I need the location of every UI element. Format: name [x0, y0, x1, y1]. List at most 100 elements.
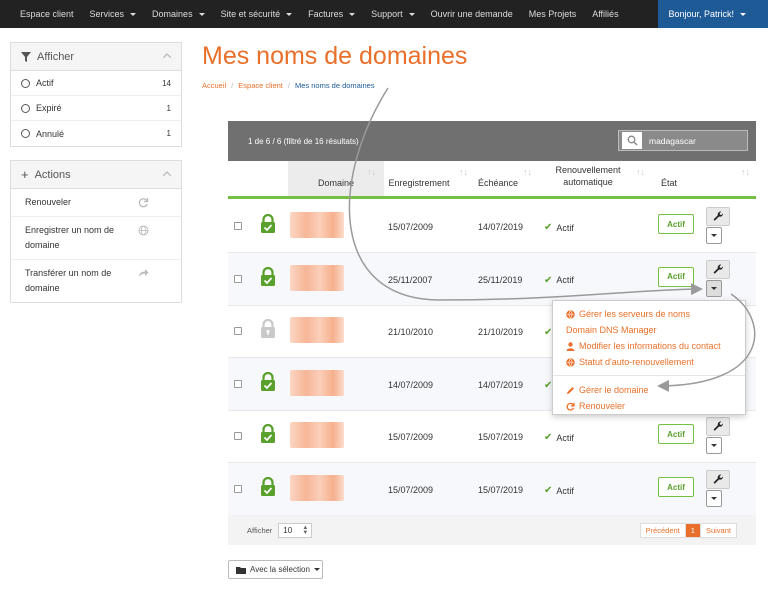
wrench-icon[interactable] [706, 417, 730, 437]
refresh-icon [138, 197, 149, 208]
bulk-action-button[interactable]: Avec la sélection [228, 560, 323, 579]
status-badge: Actif [658, 214, 694, 234]
menu-item[interactable]: Statut d'auto-renouvellement [553, 354, 745, 370]
menu-item[interactable]: Domain DNS Manager [553, 322, 745, 338]
column-header-auto-renew[interactable]: Renouvellement automatique [538, 164, 638, 188]
wrench-icon[interactable] [706, 470, 730, 489]
nav-item[interactable]: Mes Projets [521, 0, 585, 28]
breadcrumb: Accueil / Espace client / Mes noms de domain… [202, 81, 375, 90]
breadcrumb-home[interactable]: Accueil [202, 81, 226, 90]
menu-item[interactable]: Gérer les serveurs de noms [553, 306, 745, 322]
check-icon: ✔ [544, 485, 553, 496]
caret-down-icon [711, 497, 717, 500]
actions-panel-header[interactable]: + Actions [11, 161, 181, 189]
column-header-expiry[interactable]: Échéance [468, 178, 528, 188]
row-actions-dropdown[interactable] [706, 437, 722, 455]
radio-button[interactable] [21, 78, 30, 88]
radio-button[interactable] [21, 103, 30, 113]
search-input[interactable]: madagascar [618, 130, 748, 151]
auto-renew-status: ✔Actif [544, 274, 574, 286]
plus-icon: + [21, 166, 29, 182]
blurred-domain-name[interactable] [290, 212, 344, 238]
blurred-domain-name[interactable] [290, 475, 344, 501]
status-badge: Actif [658, 266, 694, 287]
globe-icon [566, 309, 576, 319]
check-icon: ✔ [544, 222, 553, 233]
radio-button[interactable] [21, 129, 30, 138]
sort-icon[interactable]: ↑↓ [459, 167, 468, 177]
action-item[interactable]: Enregistrer un nom de domaine [11, 217, 181, 260]
nav-item[interactable]: Espace client [12, 0, 82, 28]
page-title: Mes noms de domaines [202, 42, 468, 70]
table-row: 15/07/2009 15/07/2019 ✔ Actif Actif [228, 410, 756, 464]
filter-option[interactable]: Actif 14 [11, 71, 181, 96]
user-icon [566, 341, 576, 351]
blurred-domain-name[interactable] [290, 422, 344, 449]
nav-item[interactable]: Factures [300, 0, 363, 28]
row-checkbox[interactable] [234, 222, 242, 230]
row-actions-dropdown[interactable] [706, 227, 722, 244]
menu-divider [553, 375, 745, 376]
caret-down-icon [198, 12, 205, 16]
select-arrows-icon: ▲ ▼ [302, 524, 309, 536]
row-checkbox[interactable] [234, 485, 242, 493]
page-size-select[interactable]: 10 ▲ ▼ [278, 522, 313, 538]
breadcrumb-current: Mes noms de domaines [294, 81, 375, 90]
count-badge: 1 [166, 129, 171, 138]
row-actions-dropdown[interactable] [706, 279, 722, 297]
row-checkbox[interactable] [234, 327, 242, 336]
registration-date: 15/07/2009 [388, 432, 434, 443]
blurred-domain-name[interactable] [290, 317, 344, 344]
nav-item[interactable]: Affiliés [584, 0, 626, 28]
filter-option[interactable]: Annulé 1 [11, 121, 181, 146]
prev-page-button[interactable]: Précédent [640, 524, 685, 537]
menu-item[interactable]: Renouveler [553, 398, 745, 414]
caret-down-icon [711, 234, 717, 237]
chevron-up-icon[interactable] [163, 171, 171, 176]
filter-panel-header[interactable]: Afficher [11, 43, 181, 71]
sort-icon[interactable]: ↑↓ [523, 167, 532, 177]
wrench-icon[interactable] [706, 207, 730, 226]
page-size-label: Afficher [247, 525, 273, 535]
folder-icon [236, 566, 246, 574]
nav-item[interactable]: Site et sécurité [213, 0, 301, 28]
next-page-button[interactable]: Suivant [700, 524, 736, 537]
column-header-status[interactable]: État [654, 178, 684, 188]
caret-down-icon [349, 12, 356, 16]
nav-item[interactable]: Domaines [144, 0, 213, 28]
action-item[interactable]: Transférer un nom de domaine [11, 260, 181, 302]
pencil-icon [566, 386, 576, 395]
column-header-registration[interactable]: Enregistrement [384, 178, 454, 188]
caret-down-icon [740, 12, 746, 16]
column-header-domain[interactable]: Domaine [288, 178, 384, 188]
page-1-button[interactable]: 1 [684, 524, 701, 537]
chevron-up-icon[interactable] [163, 53, 171, 58]
row-actions-dropdown[interactable] [706, 490, 722, 507]
row-checkbox[interactable] [234, 274, 242, 283]
table-row: 15/07/2009 14/07/2019 ✔ Actif Actif [228, 200, 756, 253]
sort-icon[interactable]: ↑↓ [367, 167, 376, 177]
expiry-date: 25/11/2019 [478, 274, 523, 285]
expiry-date: 15/07/2019 [478, 485, 524, 495]
expiry-date: 14/07/2019 [478, 222, 524, 232]
nav-item[interactable]: Services [82, 0, 145, 28]
row-checkbox[interactable] [234, 432, 242, 441]
nav-item[interactable]: Ouvrir une demande [423, 0, 521, 28]
filter-option[interactable]: Expiré 1 [11, 96, 181, 121]
actions-panel-title: Actions [34, 168, 71, 181]
blurred-domain-name[interactable] [290, 369, 344, 396]
blurred-domain-name[interactable] [290, 264, 344, 291]
caret-down-icon [711, 286, 717, 290]
wrench-icon[interactable] [706, 259, 730, 279]
auto-renew-status: ✔Actif [544, 485, 574, 496]
row-checkbox[interactable] [234, 379, 242, 388]
breadcrumb-client-area[interactable]: Espace client [238, 81, 283, 90]
search-value: madagascar [649, 135, 696, 146]
registration-date: 14/07/2009 [388, 379, 434, 390]
action-item[interactable]: Renouveler [11, 189, 181, 217]
nav-item[interactable]: Support [363, 0, 423, 28]
user-menu[interactable]: Bonjour, Patrick! [658, 0, 768, 28]
sort-icon[interactable]: ↑↓ [741, 167, 750, 177]
menu-item[interactable]: Modifier les informations du contact [553, 338, 745, 354]
menu-item[interactable]: Gérer le domaine [553, 382, 745, 398]
